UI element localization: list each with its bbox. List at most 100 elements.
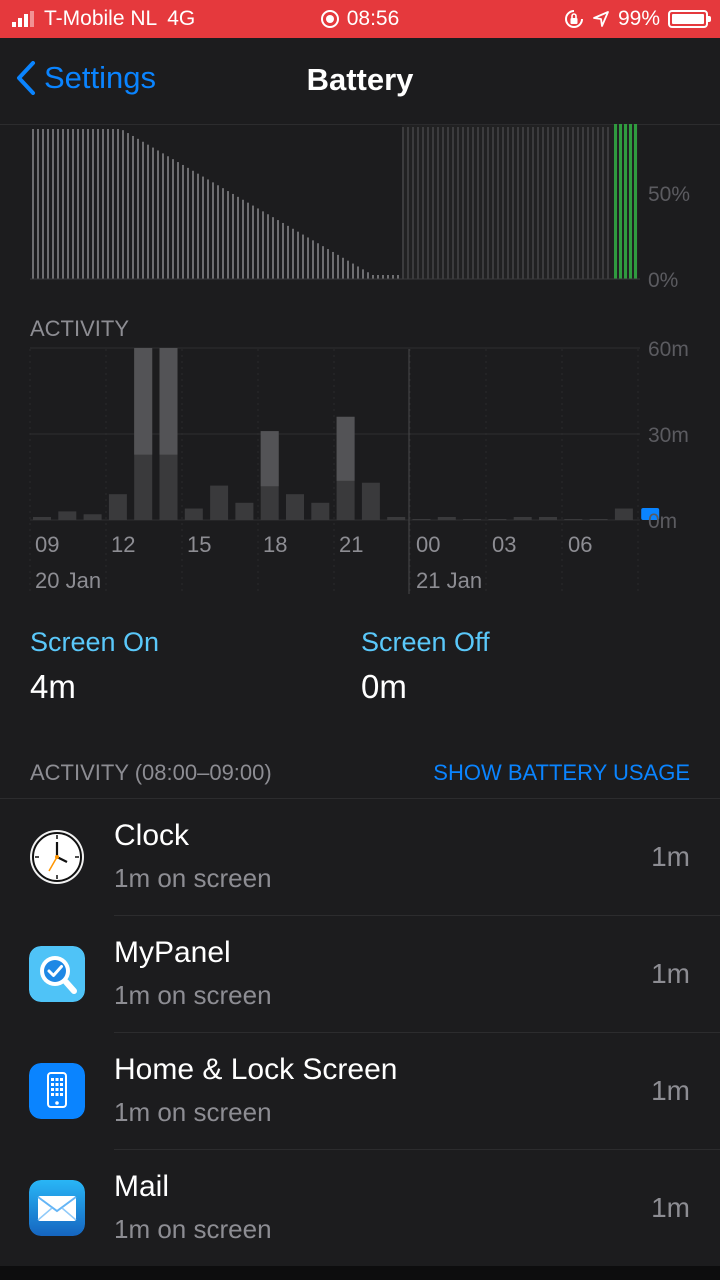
activity-bar-16-8 [235, 502, 254, 520]
activity-bar-screen-off-part [336, 416, 355, 481]
status-time: 08:56 [346, 7, 400, 30]
battery-level-bar [157, 150, 159, 279]
battery-level-bar [252, 205, 254, 279]
battery-level-bar [342, 257, 344, 279]
battery-level-bar [332, 251, 334, 279]
activity-y-label-60m: 60m [648, 338, 689, 361]
activity-bar-screen-off-part [134, 348, 153, 455]
list-item-home-lock-screen[interactable]: Home & Lock Screen 1m on screen 1m [0, 1033, 720, 1150]
activity-grid [29, 347, 640, 594]
list-item-mypanel[interactable]: MyPanel 1m on screen 1m [0, 916, 720, 1033]
battery-level-bar [242, 199, 244, 279]
battery-level-bar [172, 159, 174, 279]
battery-level-bar [267, 214, 269, 279]
battery-level-label-0: 0% [648, 269, 678, 292]
activity-bar-00-16 [437, 517, 456, 520]
battery-level-bar [132, 135, 134, 279]
orientation-lock-icon [565, 10, 583, 28]
battery-level-bar [37, 129, 39, 279]
activity-bar-03-19 [513, 517, 532, 520]
battery-level-bar [97, 129, 99, 279]
battery-level-bar [307, 237, 309, 279]
battery-level-bar [392, 275, 394, 279]
activity-bar-09-1 [58, 511, 77, 520]
battery-level-bar [107, 129, 109, 279]
activity-bar-04-20 [539, 517, 557, 520]
activity-bar-10-2 [83, 514, 102, 520]
battery-level-bar [62, 129, 64, 279]
app-time: 1m [651, 1075, 690, 1106]
battery-level-bar [367, 272, 369, 279]
mail-icon [29, 1180, 85, 1236]
screen-off-label: Screen Off [361, 627, 490, 657]
app-name: Mail [114, 1170, 170, 1203]
battery-level-bar [182, 164, 184, 279]
app-usage: 1m on screen [114, 863, 272, 893]
battery-level-bar [82, 129, 84, 279]
page-title: Battery [306, 62, 414, 97]
battery-level-bar [112, 129, 114, 279]
hour-label-03: 03 [492, 532, 516, 557]
battery-percent: 99% [617, 7, 660, 30]
battery-level-bar [357, 266, 359, 279]
activity-chart: ACTIVITY 60m 30m 0m 09 12 15 18 21 00 03… [29, 316, 689, 594]
battery-level-bar [212, 182, 214, 279]
clock-icon [30, 830, 84, 884]
battery-level-bar [397, 275, 399, 279]
battery-level-bar [92, 129, 94, 279]
battery-level-bar [362, 269, 364, 279]
activity-bar-14-6 [184, 508, 203, 520]
battery-level-bar [77, 129, 79, 279]
app-time: 1m [651, 1192, 690, 1223]
activity-bar-07-23 [614, 508, 633, 520]
screen-recording-icon [320, 10, 339, 28]
activity-list-heading: ACTIVITY (08:00–09:00) [30, 760, 272, 785]
battery-level-bar [282, 222, 284, 279]
battery-level-bar [322, 246, 324, 279]
battery-level-bar [72, 129, 74, 279]
hour-label-09: 09 [35, 532, 59, 557]
battery-level-bar [312, 240, 314, 279]
bottom-edge [0, 1266, 720, 1280]
hour-label-18: 18 [263, 532, 287, 557]
activity-bar-screen-off-part [159, 348, 178, 455]
battery-level-bar [302, 234, 304, 279]
battery-level-bar [337, 254, 339, 279]
battery-level-bar [122, 130, 124, 279]
battery-level-bar [297, 231, 299, 279]
battery-icon [668, 10, 711, 28]
screen-on-value: 4m [30, 668, 76, 705]
battery-level-bar [142, 141, 144, 279]
activity-heading: ACTIVITY [30, 316, 129, 341]
battery-level-bar [197, 173, 199, 279]
show-battery-usage-button[interactable]: SHOW BATTERY USAGE [433, 760, 690, 786]
battery-level-bar [382, 275, 384, 279]
battery-level-bar [127, 133, 129, 279]
battery-level-bar [372, 275, 374, 279]
battery-level-shaded-area [402, 124, 638, 279]
battery-level-bar [317, 243, 319, 279]
battery-level-bar [387, 275, 389, 279]
battery-level-bar [162, 153, 164, 279]
battery-level-bar [87, 129, 89, 279]
battery-level-bar [377, 275, 379, 279]
app-usage: 1m on screen [114, 1214, 272, 1244]
battery-level-bar [347, 260, 349, 279]
battery-level-bar [152, 147, 154, 279]
battery-level-bar [52, 129, 54, 279]
app-name: Home & Lock Screen [114, 1053, 398, 1086]
activity-list: Clock 1m on screen 1m MyPanel 1m on scre… [0, 798, 720, 1267]
activity-bar-22-14 [387, 517, 406, 520]
activity-bar-screen-off-part [260, 431, 279, 487]
battery-level-bar [287, 225, 289, 279]
battery-level-bar [102, 129, 104, 279]
battery-level-label-50: 50% [648, 183, 690, 206]
battery-level-bar [207, 179, 209, 279]
battery-level-bar [117, 129, 119, 279]
date-label-20-jan: 20 Jan [35, 568, 101, 593]
battery-level-bar [147, 144, 149, 279]
list-item-clock[interactable]: Clock 1m on screen 1m [0, 799, 720, 916]
battery-level-bar [257, 208, 259, 279]
list-item-mail[interactable]: Mail 1m on screen 1m [0, 1150, 720, 1267]
date-label-21-jan: 21 Jan [416, 568, 482, 593]
